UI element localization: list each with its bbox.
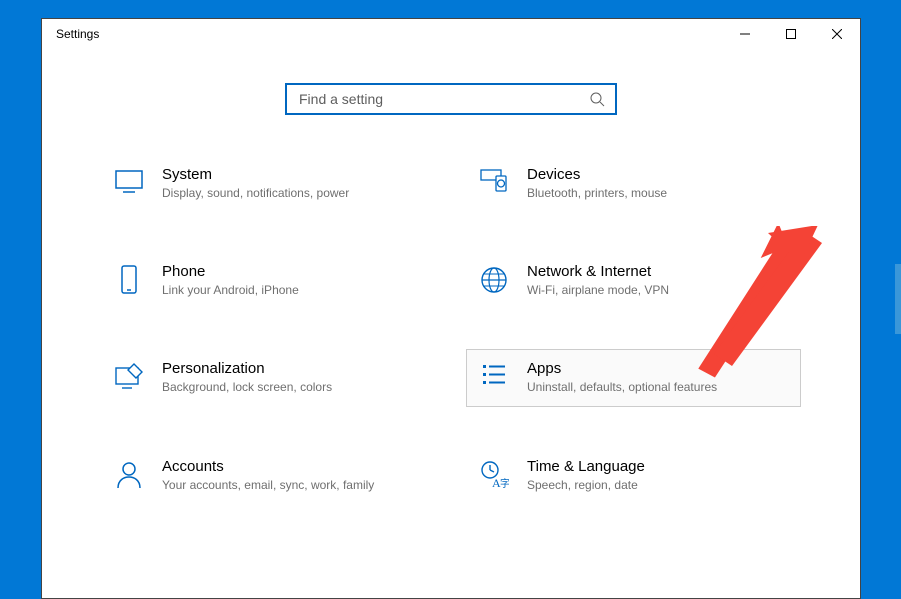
content-area: System Display, sound, notifications, po… bbox=[42, 49, 860, 504]
accounts-icon bbox=[114, 460, 144, 490]
tile-desc: Bluetooth, printers, mouse bbox=[527, 185, 788, 201]
tile-desc: Uninstall, defaults, optional features bbox=[527, 379, 788, 395]
tile-system[interactable]: System Display, sound, notifications, po… bbox=[101, 155, 436, 212]
titlebar: Settings bbox=[42, 19, 860, 49]
search-input[interactable] bbox=[297, 90, 590, 108]
minimize-icon bbox=[740, 29, 750, 39]
tile-desc: Speech, region, date bbox=[527, 477, 788, 493]
close-button[interactable] bbox=[814, 19, 860, 49]
tile-desc: Your accounts, email, sync, work, family bbox=[162, 477, 423, 493]
tile-title: Phone bbox=[162, 263, 423, 280]
tile-desc: Wi-Fi, airplane mode, VPN bbox=[527, 282, 788, 298]
personalization-icon bbox=[114, 362, 144, 392]
search-container bbox=[92, 83, 810, 115]
tile-title: System bbox=[162, 166, 423, 183]
categories-grid: System Display, sound, notifications, po… bbox=[101, 155, 801, 504]
window-controls bbox=[722, 19, 860, 49]
desktop-background: Settings bbox=[0, 0, 901, 599]
tile-title: Time & Language bbox=[527, 458, 788, 475]
system-icon bbox=[114, 168, 144, 198]
tile-network[interactable]: Network & Internet Wi-Fi, airplane mode,… bbox=[466, 252, 801, 309]
close-icon bbox=[832, 29, 842, 39]
desktop-edge-accent bbox=[895, 264, 901, 334]
window-title: Settings bbox=[56, 27, 99, 41]
svg-text:字: 字 bbox=[500, 477, 509, 490]
search-icon bbox=[590, 92, 605, 107]
maximize-button[interactable] bbox=[768, 19, 814, 49]
devices-icon bbox=[479, 168, 509, 198]
tile-phone[interactable]: Phone Link your Android, iPhone bbox=[101, 252, 436, 309]
maximize-icon bbox=[786, 29, 796, 39]
tile-title: Network & Internet bbox=[527, 263, 788, 280]
tile-desc: Display, sound, notifications, power bbox=[162, 185, 423, 201]
tile-desc: Link your Android, iPhone bbox=[162, 282, 423, 298]
tile-devices[interactable]: Devices Bluetooth, printers, mouse bbox=[466, 155, 801, 212]
tile-title: Accounts bbox=[162, 458, 423, 475]
tile-title: Devices bbox=[527, 166, 788, 183]
minimize-button[interactable] bbox=[722, 19, 768, 49]
phone-icon bbox=[114, 265, 144, 295]
tile-time-language[interactable]: A字 Time & Language Speech, region, date bbox=[466, 447, 801, 504]
tile-title: Personalization bbox=[162, 360, 423, 377]
network-icon bbox=[479, 265, 509, 295]
tile-apps[interactable]: Apps Uninstall, defaults, optional featu… bbox=[466, 349, 801, 406]
tile-title: Apps bbox=[527, 360, 788, 377]
tile-personalization[interactable]: Personalization Background, lock screen,… bbox=[101, 349, 436, 406]
time-language-icon: A字 bbox=[479, 460, 509, 490]
apps-icon bbox=[479, 362, 509, 392]
search-box[interactable] bbox=[285, 83, 617, 115]
settings-window: Settings bbox=[41, 18, 861, 599]
tile-desc: Background, lock screen, colors bbox=[162, 379, 423, 395]
tile-accounts[interactable]: Accounts Your accounts, email, sync, wor… bbox=[101, 447, 436, 504]
